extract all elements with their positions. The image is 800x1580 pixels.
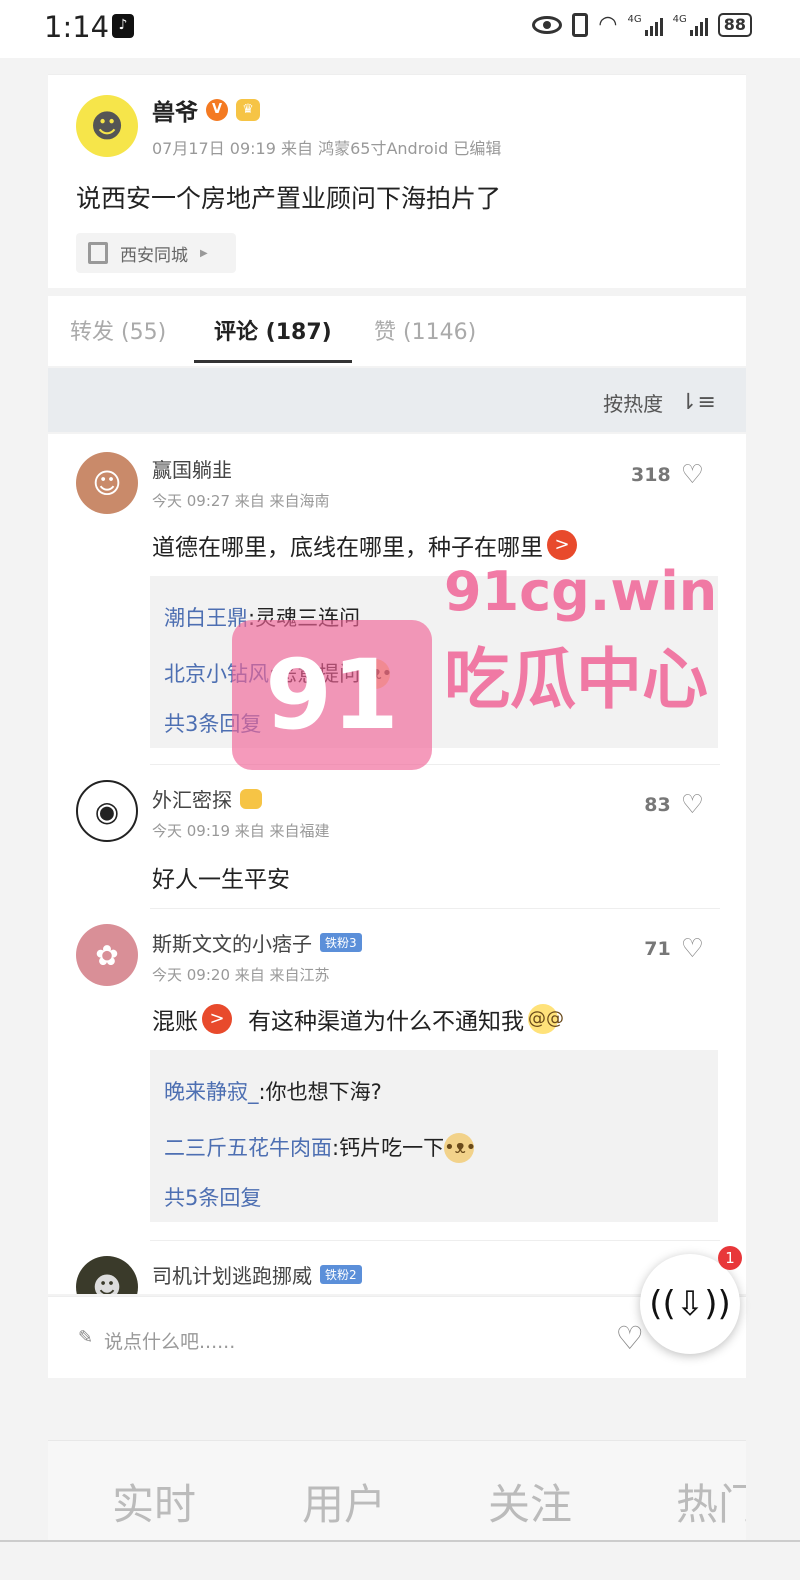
post-author-name[interactable]: 兽爷 — [152, 93, 198, 127]
reply-box[interactable]: 晚来静寂_ :你也想下海? 二三斤五花牛肉面 :钙片吃一下 •ᴥ• 共5条回复 — [150, 1050, 718, 1222]
crown-icon: ♛ — [236, 99, 260, 121]
status-time: 1:14 — [44, 10, 110, 44]
commenter-name[interactable]: 司机计划逃跑挪威 铁粉2 — [152, 1260, 362, 1289]
nav-users[interactable]: 用户 — [302, 1471, 386, 1532]
sort-icon: ⇂≡ — [679, 390, 716, 415]
heart-icon: ♡ — [680, 790, 704, 820]
signal-icon-1: 4G — [627, 14, 663, 36]
like-count: 318 — [631, 464, 671, 486]
nav-realtime[interactable]: 实时 — [112, 1471, 196, 1532]
comment-like-button[interactable]: 71 ♡ — [644, 934, 704, 964]
bottom-nav: 实时 用户 关注 热门 — [48, 1440, 746, 1540]
comment-like-button[interactable]: 318 ♡ — [631, 460, 704, 490]
notification-badge: 1 — [718, 1246, 742, 1270]
tab-comments[interactable]: 评论 (187) — [214, 314, 332, 346]
comment-meta: 今天 09:20 来自 来自江苏 — [152, 966, 330, 984]
post-tabs: 转发 (55) 评论 (187) 赞 (1146) — [48, 296, 746, 366]
tab-likes[interactable]: 赞 (1146) — [374, 314, 476, 346]
commenter-name[interactable]: 斯斯文文的小痞子 铁粉3 — [152, 928, 362, 957]
reply-text: :你也想下海? — [258, 1080, 382, 1104]
tab-indicator — [194, 360, 352, 363]
tiktok-notification-icon: ♪ — [112, 14, 134, 38]
comment-input[interactable]: 说点什么吧...... — [104, 1327, 235, 1354]
comment-text: 混账 >< 有这种渠道为什么不通知我 @@ — [152, 1002, 564, 1059]
reply-author[interactable]: 晚来静寂_ — [164, 1070, 259, 1114]
comment-text: 好人一生平安 — [152, 867, 290, 893]
reply-count-link[interactable]: 共5条回复 — [164, 1176, 704, 1220]
commenter-avatar[interactable]: ◉ — [76, 780, 138, 842]
post-author[interactable]: 兽爷 V ♛ — [152, 93, 260, 127]
commenter-name[interactable]: 赢国躺韭 — [152, 454, 232, 483]
like-count: 83 — [644, 794, 671, 816]
reply-text: :灵魂三连问 — [248, 606, 361, 630]
location-label: 西安同城 — [120, 245, 188, 266]
comment-item: ◉ 外汇密探 今天 09:19 来自 来自福建 83 ♡ 好人一生平安 — [48, 770, 746, 910]
angry-emoji-icon: >< — [547, 530, 577, 585]
reply-text: :钙片吃一下 — [332, 1136, 445, 1160]
building-icon — [88, 242, 108, 264]
reply-text: :恶意提问 — [269, 662, 361, 686]
reply-item[interactable]: 潮白王鼎 :灵魂三连问 — [164, 590, 704, 646]
reply-author[interactable]: 潮白王鼎 — [164, 596, 248, 640]
doge-emoji-icon: •ᴥ• — [444, 1133, 476, 1163]
eye-icon — [532, 15, 563, 34]
comment-text: 道德在哪里，底线在哪里，种子在哪里 >< — [152, 528, 577, 585]
comment-meta: 今天 09:19 来自 来自福建 — [152, 822, 330, 840]
nav-hot[interactable]: 热门 — [676, 1471, 746, 1532]
author-avatar[interactable]: ☻ — [76, 95, 138, 157]
reply-author[interactable]: 二三斤五花牛肉面 — [164, 1126, 332, 1170]
comment-like-button[interactable]: 83 ♡ — [644, 790, 704, 820]
download-icon: ((⇩)) — [649, 1284, 731, 1324]
reply-author[interactable]: 北京小钻风 — [164, 652, 269, 696]
heart-icon: ♡ — [680, 460, 704, 490]
post-text: 说西安一个房地产置业顾问下海拍片了 — [76, 184, 502, 213]
comment-divider — [150, 908, 720, 909]
reply-item[interactable]: 北京小钻风 :恶意提问 •ᴥ• — [164, 646, 704, 702]
heart-icon: ♡ — [680, 934, 704, 964]
commenter-avatar[interactable]: ☺ — [76, 452, 138, 514]
commenter-avatar[interactable]: ☻ — [76, 1256, 138, 1294]
comment-item: ☺ 赢国躺韭 今天 09:27 来自 来自海南 318 ♡ 道德在哪里，底线在哪… — [48, 434, 746, 754]
like-count: 71 — [644, 938, 671, 960]
reply-item[interactable]: 二三斤五花牛肉面 :钙片吃一下 •ᴥ• — [164, 1120, 704, 1176]
angry-emoji-icon: >< — [202, 1004, 232, 1059]
signal-icon-2: 4G — [673, 14, 708, 36]
location-tag[interactable]: 西安同城 ▶ — [76, 233, 236, 273]
tab-reposts[interactable]: 转发 (55) — [70, 314, 166, 346]
gesture-bar-line — [0, 1540, 800, 1542]
comment-divider — [150, 1240, 720, 1241]
sort-label: 按热度 — [603, 392, 664, 416]
reply-box[interactable]: 潮白王鼎 :灵魂三连问 北京小钻风 :恶意提问 •ᴥ• 共3条回复 — [150, 576, 718, 748]
sort-button[interactable]: 按热度 ⇂≡ — [603, 388, 716, 417]
comment-meta: 今天 09:27 来自 来自海南 — [152, 492, 330, 510]
comment-divider — [150, 764, 720, 765]
verified-icon: V — [206, 99, 228, 121]
reply-item[interactable]: 晚来静寂_ :你也想下海? — [164, 1064, 704, 1120]
pencil-icon: ✎ — [78, 1327, 94, 1348]
nav-following[interactable]: 关注 — [488, 1471, 572, 1532]
commenter-name[interactable]: 外汇密探 — [152, 784, 262, 813]
comment-list: ☺ 赢国躺韭 今天 09:27 来自 来自海南 318 ♡ 道德在哪里，底线在哪… — [48, 434, 746, 1294]
doge-emoji-icon: •ᴥ• — [360, 659, 392, 689]
status-icons: ◠ 4G 4G 88 — [532, 12, 752, 37]
dizzy-emoji-icon: @@ — [528, 1004, 564, 1034]
crown-icon — [240, 788, 262, 809]
fan-badge: 铁粉2 — [320, 1265, 362, 1284]
commenter-avatar[interactable]: ✿ — [76, 924, 138, 986]
post-meta: 07月17日 09:19 来自 鸿蒙65寸Android 已编辑 — [152, 139, 502, 158]
comment-item: ✿ 斯斯文文的小痞子 铁粉3 今天 09:20 来自 来自江苏 71 ♡ 混账 … — [48, 914, 746, 1234]
battery-indicator: 88 — [717, 12, 752, 37]
reply-count-link[interactable]: 共3条回复 — [164, 702, 704, 746]
vibrate-icon — [572, 12, 589, 37]
heart-icon[interactable]: ♡ — [615, 1319, 644, 1357]
comment-item: ☻ 司机计划逃跑挪威 铁粉2 — [48, 1246, 746, 1294]
status-bar: 1:14 ♪ ◠ 4G 4G 88 — [0, 0, 800, 58]
post-card: ☻ 兽爷 V ♛ 07月17日 09:19 来自 鸿蒙65寸Android 已编… — [48, 74, 746, 288]
triangle-right-icon: ▶ — [200, 247, 208, 259]
wifi-icon: ◠ — [598, 12, 618, 37]
fan-badge: 铁粉3 — [320, 933, 362, 952]
sort-bar: 按热度 ⇂≡ — [48, 368, 746, 432]
